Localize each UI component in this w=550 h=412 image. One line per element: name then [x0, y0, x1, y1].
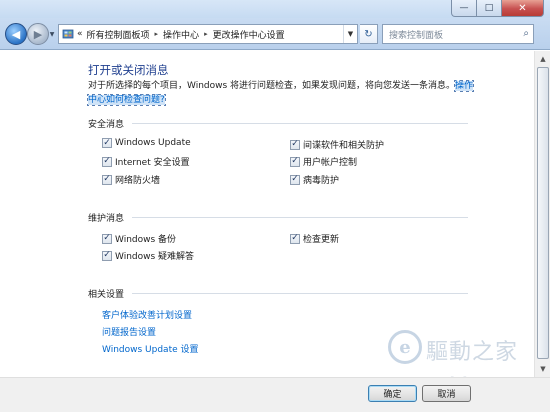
checkbox-label: 用户帐户控制	[303, 158, 358, 168]
back-button[interactable]: ◀	[5, 23, 27, 45]
minimize-button[interactable]: —	[451, 0, 477, 17]
checkbox-internet-security[interactable]: ✓ Internet 安全设置	[102, 155, 190, 168]
checkbox-checked-icon[interactable]: ✓	[290, 139, 300, 150]
checkbox-checked-icon[interactable]: ✓	[290, 174, 300, 185]
forward-button[interactable]: ▶	[27, 23, 49, 45]
close-button[interactable]: ✕	[502, 0, 544, 17]
breadcrumb-all-items[interactable]: 所有控制面板项	[87, 28, 150, 41]
forward-arrow-icon: ▶	[33, 27, 43, 41]
search-input[interactable]: 搜索控制面板 ⌕	[382, 24, 534, 44]
back-arrow-icon: ◀	[11, 27, 21, 41]
intro-paragraph: 对于所选择的每个项目，Windows 将进行问题检查，如果发现问题，将向您发送一…	[86, 79, 476, 107]
windows-update-settings-link[interactable]: Windows Update 设置	[102, 342, 199, 355]
main-content: 打开或关闭消息 对于所选择的每个项目，Windows 将进行问题检查，如果发现问…	[0, 51, 534, 377]
window-titlebar[interactable]: — □ ✕	[0, 0, 550, 18]
checkbox-label: 病毒防护	[303, 176, 340, 186]
control-panel-icon	[62, 29, 74, 39]
checkbox-label: Windows 疑难解答	[115, 252, 195, 262]
related-heading-label: 相关设置	[88, 290, 125, 300]
section-divider	[132, 217, 468, 218]
ok-button[interactable]: 确定	[368, 385, 417, 402]
scrollbar-thumb[interactable]	[537, 67, 549, 359]
breadcrumb-change-settings[interactable]: 更改操作中心设置	[213, 28, 285, 41]
maximize-button[interactable]: □	[477, 0, 502, 17]
checkbox-checked-icon[interactable]: ✓	[102, 174, 112, 185]
scroll-down-icon[interactable]: ▼	[537, 363, 549, 375]
checkbox-checked-icon[interactable]: ✓	[102, 233, 112, 244]
maintenance-section-heading: 维护消息	[88, 211, 468, 224]
checkbox-checked-icon[interactable]: ✓	[102, 250, 112, 261]
section-divider	[132, 293, 468, 294]
address-bar[interactable]: « 所有控制面板项 ▸ 操作中心 ▸ 更改操作中心设置 ▼	[58, 24, 358, 44]
refresh-button[interactable]: ↻	[360, 24, 378, 44]
search-placeholder: 搜索控制面板	[389, 30, 444, 41]
intro-text: 对于所选择的每个项目，Windows 将进行问题检查，如果发现问题，将向您发送一…	[88, 81, 456, 91]
checkbox-label: Windows Update	[115, 138, 191, 148]
checkbox-windows-update[interactable]: ✓ Windows Update	[102, 138, 191, 148]
checkbox-label: 网络防火墙	[115, 176, 161, 186]
ceip-settings-link[interactable]: 客户体验改善计划设置	[102, 308, 192, 321]
dialog-button-bar: 确定 取消	[0, 377, 550, 412]
checkbox-user-account-control[interactable]: ✓ 用户帐户控制	[290, 155, 357, 168]
checkbox-checked-icon[interactable]: ✓	[290, 156, 300, 167]
problem-reporting-settings-link[interactable]: 问题报告设置	[102, 325, 156, 338]
breadcrumb-separator-icon[interactable]: ▸	[204, 30, 208, 38]
breadcrumb-action-center[interactable]: 操作中心	[163, 28, 199, 41]
cancel-button[interactable]: 取消	[422, 385, 471, 402]
address-dropdown-button[interactable]: ▼	[343, 25, 357, 43]
checkbox-label: 间谍软件和相关防护	[303, 141, 385, 151]
checkbox-label: 检查更新	[303, 235, 340, 245]
checkbox-check-updates[interactable]: ✓ 检查更新	[290, 232, 339, 245]
window-controls: — □ ✕	[451, 0, 544, 17]
checkbox-network-firewall[interactable]: ✓ 网络防火墙	[102, 173, 160, 186]
recent-pages-button[interactable]: ▼	[48, 30, 56, 38]
page-title: 打开或关闭消息	[88, 63, 169, 77]
search-icon[interactable]: ⌕	[523, 28, 529, 39]
checkbox-spyware-protection[interactable]: ✓ 间谍软件和相关防护	[290, 138, 384, 151]
checkbox-label: Internet 安全设置	[115, 158, 190, 168]
related-section-heading: 相关设置	[88, 287, 468, 300]
security-section-heading: 安全消息	[88, 117, 468, 130]
maintenance-heading-label: 维护消息	[88, 214, 125, 224]
checkbox-windows-troubleshooting[interactable]: ✓ Windows 疑难解答	[102, 249, 194, 262]
security-heading-label: 安全消息	[88, 120, 125, 130]
checkbox-virus-protection[interactable]: ✓ 病毒防护	[290, 173, 339, 186]
breadcrumb-separator-icon[interactable]: ▸	[155, 30, 159, 38]
checkbox-windows-backup[interactable]: ✓ Windows 备份	[102, 232, 176, 245]
scroll-up-icon[interactable]: ▲	[537, 53, 549, 65]
navigation-bar: ◀ ▶ ▼ « 所有控制面板项 ▸ 操作中心 ▸ 更改操作中心设置 ▼ ↻ 搜索…	[0, 18, 550, 50]
checkbox-checked-icon[interactable]: ✓	[102, 138, 112, 148]
checkbox-checked-icon[interactable]: ✓	[290, 233, 300, 244]
checkbox-label: Windows 备份	[115, 235, 177, 245]
breadcrumb-overflow[interactable]: «	[77, 29, 83, 39]
checkbox-checked-icon[interactable]: ✓	[102, 156, 112, 167]
vertical-scrollbar[interactable]: ▲ ▼	[534, 51, 550, 377]
section-divider	[132, 123, 468, 124]
